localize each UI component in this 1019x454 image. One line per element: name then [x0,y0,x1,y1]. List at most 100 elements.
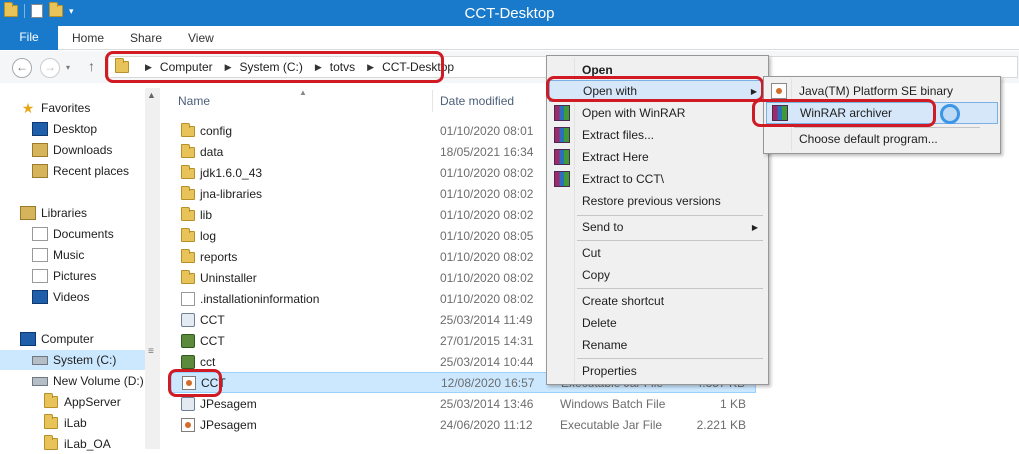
nav-label: Libraries [41,206,88,220]
application-icon [181,333,195,348]
nav-ilab-oa[interactable]: iLab_OA [44,434,111,454]
file-tab[interactable]: File [0,26,58,50]
file-name: CCT [200,312,225,327]
file-row[interactable]: JPesagem 24/06/2020 11:12 Executable Jar F… [171,414,756,435]
recent-locations-chevron-icon[interactable]: ▾ [66,63,70,72]
file-name: JPesagem [200,396,257,411]
nav-computer[interactable]: Computer [20,329,94,349]
nav-new-volume-d[interactable]: New Volume (D:) [32,371,144,391]
pictures-icon [32,269,48,283]
breadcrumb-cct-desktop[interactable]: CCT-Desktop [382,60,454,74]
submenu-choose-default[interactable]: Choose default program... [766,128,998,150]
scroll-grip-icon[interactable]: ≡ [148,346,154,357]
menu-extract-here[interactable]: Extract Here [549,146,766,168]
nav-label: Recent places [53,164,130,178]
file-date: 25/03/2014 13:46 [440,396,534,411]
file-size: 1 KB [719,396,746,411]
chevron-right-icon[interactable]: ▶ [225,62,232,73]
menu-label: Delete [582,316,617,330]
nav-recent-places[interactable]: Recent places [32,161,129,181]
file-type: Executable Jar File [560,417,663,432]
nav-favorites[interactable]: ★ Favorites [20,98,91,118]
menu-open-with[interactable]: Open with ▶ [549,80,766,102]
nav-libraries[interactable]: Libraries [20,203,87,223]
nav-scrollbar[interactable]: ▲ ≡ [145,88,160,449]
folder-icon [181,123,195,137]
menu-rename[interactable]: Rename [549,334,766,356]
chevron-right-icon[interactable]: ▶ [145,62,152,73]
menu-label: Open [582,63,613,77]
nav-videos[interactable]: Videos [32,287,89,307]
forward-arrow-icon[interactable]: → [40,58,60,78]
file-icon [181,291,195,306]
folder-icon [181,207,195,221]
config-file-icon [181,312,195,327]
file-date: 25/03/2014 11:49 [440,312,533,327]
tab-view[interactable]: View [188,31,214,45]
breadcrumb-totvs[interactable]: totvs [330,60,355,74]
menu-create-shortcut[interactable]: Create shortcut [549,290,766,312]
submenu-winrar-archiver[interactable]: WinRAR archiver [766,102,998,124]
file-date: 01/10/2020 08:02 [440,165,534,180]
nav-pictures[interactable]: Pictures [32,266,96,286]
nav-desktop[interactable]: Desktop [32,119,97,139]
nav-appserver[interactable]: AppServer [44,392,121,412]
back-arrow-icon[interactable]: ← [12,58,32,78]
tab-home[interactable]: Home [72,31,104,45]
menu-extract-to[interactable]: Extract to CCT\ [549,168,766,190]
submenu-java[interactable]: Java(TM) Platform SE binary [766,80,998,102]
menu-send-to[interactable]: Send to ▶ [549,216,766,238]
menu-label: Extract files... [582,128,655,142]
window-title: CCT-Desktop [464,5,555,22]
nav-ilab[interactable]: iLab [44,413,87,433]
breadcrumb-computer[interactable]: Computer [160,60,213,74]
menu-open[interactable]: Open [549,59,766,81]
menu-label: Java(TM) Platform SE binary [799,84,954,98]
column-date-modified[interactable]: Date modified [440,94,514,108]
menu-label: Restore previous versions [582,194,721,208]
folder-icon [115,58,129,73]
breadcrumb-system-c[interactable]: System (C:) [240,60,303,74]
menu-label: Rename [582,338,628,352]
menu-label: Send to [582,220,624,234]
menu-restore-previous-versions[interactable]: Restore previous versions [549,190,766,212]
nav-label: Music [53,248,85,262]
chevron-right-icon[interactable]: ▶ [315,62,322,73]
desktop-icon [32,122,48,136]
menu-delete[interactable]: Delete [549,312,766,334]
menu-label: Choose default program... [799,132,938,146]
folder-icon [181,270,195,284]
nav-music[interactable]: Music [32,245,84,265]
file-name: CCT [200,333,225,348]
documents-icon [32,227,48,241]
folder-icon [181,228,195,242]
open-with-submenu: Java(TM) Platform SE binary WinRAR archi… [763,76,1001,154]
column-name[interactable]: Name [178,94,210,108]
file-date: 01/10/2020 08:02 [440,249,534,264]
star-icon: ★ [21,100,35,116]
nav-label: Documents [53,227,114,241]
menu-copy[interactable]: Copy [549,264,766,286]
scroll-up-icon[interactable]: ▲ [147,90,156,100]
file-name: .installationinformation [200,291,320,306]
chevron-right-icon[interactable]: ▶ [367,62,374,73]
nav-downloads[interactable]: Downloads [32,140,112,160]
menu-cut[interactable]: Cut [549,242,766,264]
file-name: data [200,144,224,159]
nav-label: Desktop [53,122,98,136]
file-row[interactable]: JPesagem 25/03/2014 13:46 Windows Batch Fi… [171,393,756,414]
nav-system-c[interactable]: System (C:) [0,350,145,370]
nav-label: New Volume (D:) [53,374,144,388]
tab-share[interactable]: Share [130,31,162,45]
nav-documents[interactable]: Documents [32,224,114,244]
folder-icon [44,393,58,408]
menu-open-with-winrar[interactable]: Open with WinRAR [549,102,766,124]
file-date: 27/01/2015 14:31 [440,333,534,348]
menu-properties[interactable]: Properties [549,360,766,382]
file-name: jna-libraries [200,186,263,201]
navigation-pane: ★ Favorites Desktop Downloads Recent plac… [0,88,160,451]
nav-label: Downloads [53,143,113,157]
winrar-icon [772,105,788,121]
menu-extract-files[interactable]: Extract files... [549,124,766,146]
up-arrow-icon[interactable]: ↑ [88,58,95,74]
